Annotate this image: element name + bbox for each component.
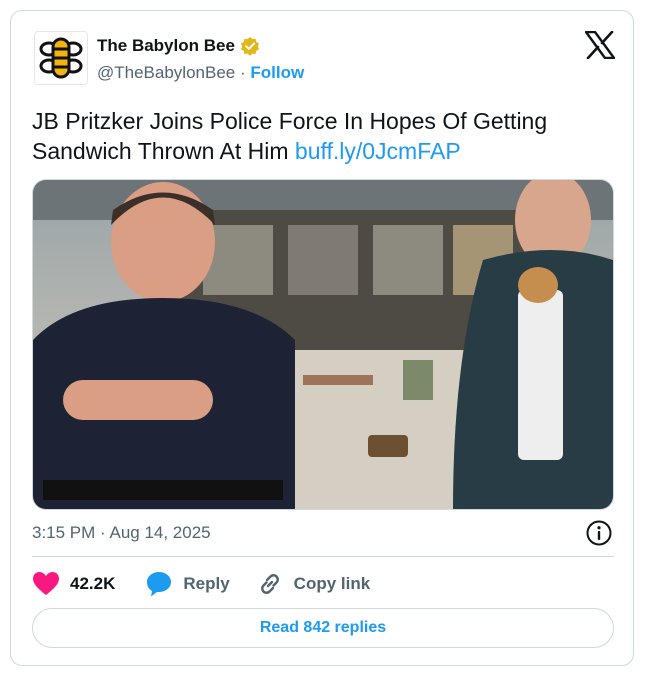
link-icon — [260, 574, 279, 594]
read-replies-button[interactable]: Read 842 replies — [32, 608, 614, 648]
photo-officer-and-man-with-sandwich — [33, 180, 613, 509]
tweet-link[interactable]: buff.ly/0JcmFAP — [295, 138, 461, 164]
author-name-row: The Babylon Bee — [97, 36, 260, 56]
follow-link[interactable]: Follow — [250, 63, 304, 82]
action-bar: 42.2K Reply Copy link — [32, 568, 370, 600]
speech-bubble-icon — [147, 572, 172, 597]
babylon-bee-avatar[interactable] — [34, 31, 88, 85]
tweet-embed-card: The Babylon Bee @TheBabylonBee · Follow … — [10, 10, 634, 666]
reply-label: Reply — [183, 574, 230, 593]
copy-link-button[interactable]: Copy link — [256, 570, 371, 598]
reply-button[interactable]: Reply — [145, 570, 230, 598]
author-handle[interactable]: @TheBabylonBee — [97, 63, 235, 82]
author-handle-row: @TheBabylonBee · Follow — [97, 63, 304, 83]
tweet-photo[interactable] — [32, 179, 614, 510]
bee-logo-icon — [39, 37, 83, 79]
x-logo-icon[interactable] — [584, 30, 616, 64]
verified-badge-icon — [240, 36, 260, 56]
like-button[interactable]: 42.2K — [32, 571, 115, 597]
info-icon[interactable] — [585, 519, 613, 552]
tweet-timestamp[interactable]: 3:15 PM · Aug 14, 2025 — [32, 523, 211, 543]
handle-separator: · — [239, 63, 246, 82]
copy-link-label: Copy link — [293, 574, 371, 593]
divider — [32, 556, 614, 557]
author-display-name[interactable]: The Babylon Bee — [97, 36, 235, 56]
heart-icon — [33, 572, 59, 595]
like-count: 42.2K — [70, 574, 116, 593]
tweet-text: JB Pritzker Joins Police Force In Hopes … — [32, 106, 622, 166]
tweet-body-text: JB Pritzker Joins Police Force In Hopes … — [32, 108, 548, 164]
